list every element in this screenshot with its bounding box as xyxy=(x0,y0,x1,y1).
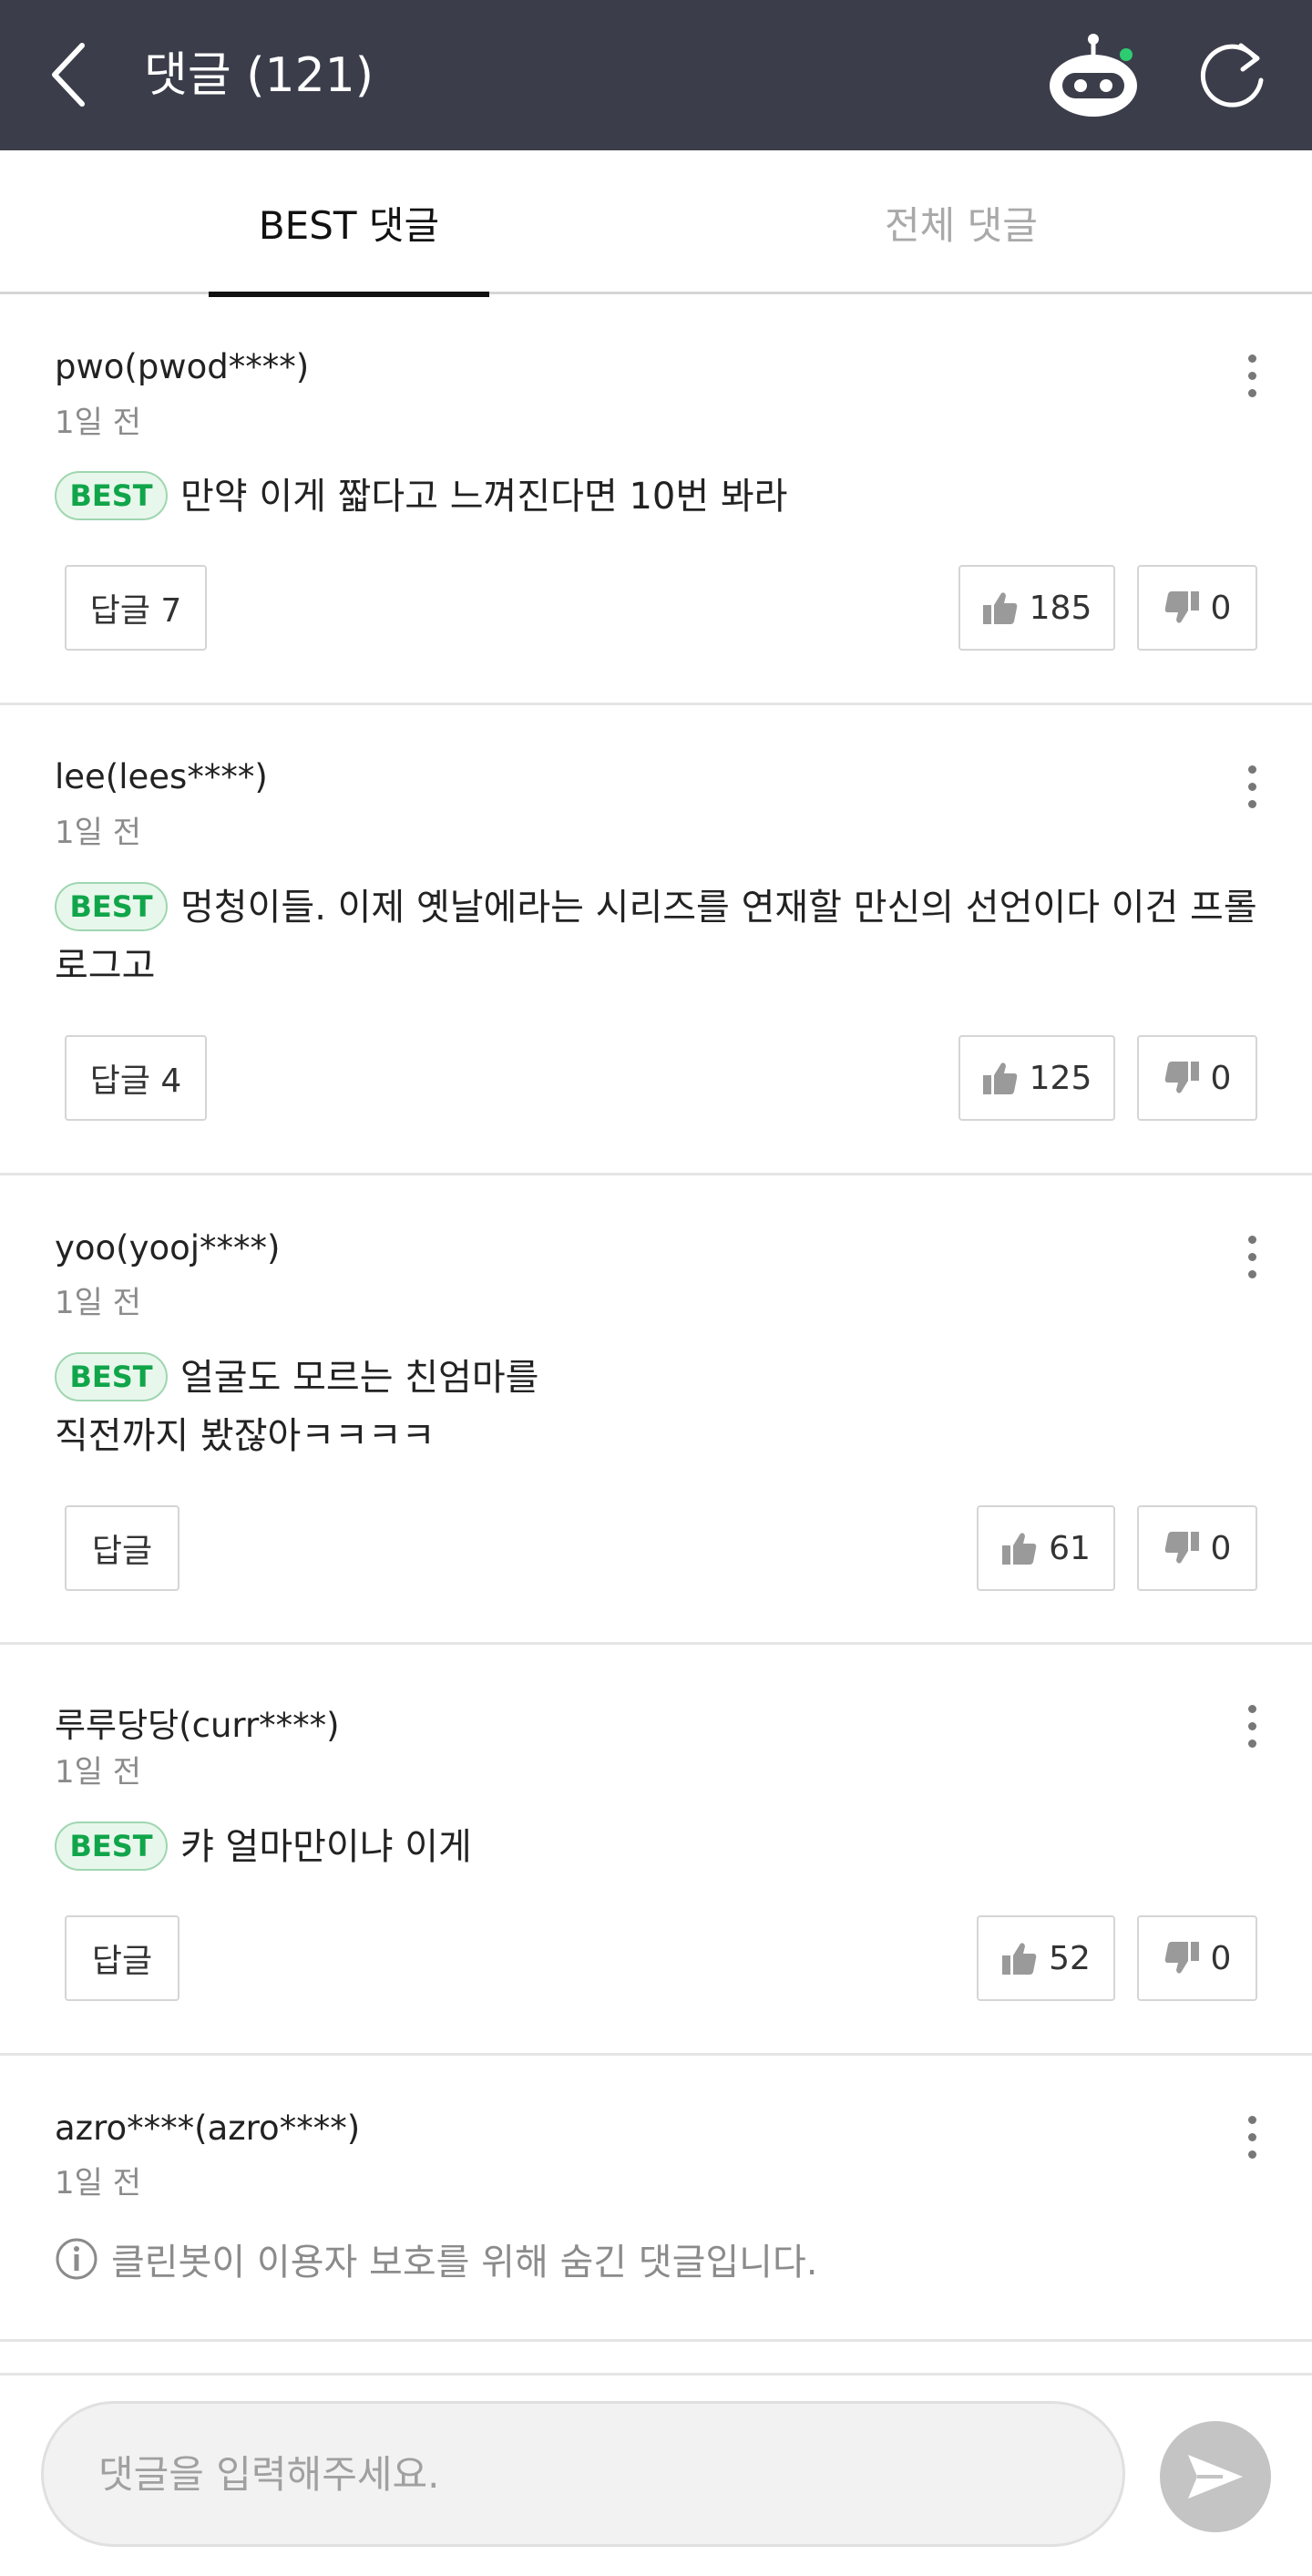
comment-input-bar xyxy=(0,2373,1312,2576)
more-options-icon[interactable] xyxy=(1239,2110,1266,2165)
like-count: 52 xyxy=(1049,1939,1091,1977)
comment-author[interactable]: yoo(yooj****) xyxy=(55,1228,281,1267)
like-count: 125 xyxy=(1029,1059,1092,1097)
comment-tabs: BEST 댓글 전체 댓글 xyxy=(0,150,1312,297)
reply-label: 답글 4 xyxy=(89,1062,182,1100)
comment-item: yoo(yooj****) 1일 전 BEST 얼굴도 모르는 친엄마를 직전까지… xyxy=(0,1175,1312,1645)
dislike-button[interactable]: 0 xyxy=(1137,1505,1257,1591)
send-button[interactable] xyxy=(1160,2421,1271,2532)
best-badge: BEST xyxy=(55,882,168,931)
tab-label: 전체 댓글 xyxy=(885,202,1038,248)
hidden-comment-notice: 클린봇이 이용자 보호를 위해 숨긴 댓글입니다. xyxy=(55,2232,818,2285)
reply-button[interactable]: 답글 xyxy=(65,1505,179,1591)
dislike-button[interactable]: 0 xyxy=(1137,1035,1257,1121)
comment-author[interactable]: pwo(pwod****) xyxy=(55,347,309,386)
comment-text: 만약 이게 짧다고 느껴진다면 10번 봐라 xyxy=(180,476,788,518)
dislike-button[interactable]: 0 xyxy=(1137,565,1257,651)
comment-text: 얼굴도 모르는 친엄마를 xyxy=(180,1357,539,1399)
comment-author[interactable]: lee(lees****) xyxy=(55,757,268,796)
send-icon xyxy=(1188,2455,1243,2499)
comment-item: 루루당당(curr****) 1일 전 BEST 캬 얼마만이냐 이게 답글 52… xyxy=(0,1645,1312,2056)
reply-button[interactable]: 답글 7 xyxy=(65,565,207,651)
comment-date: 1일 전 xyxy=(55,2165,141,2201)
best-badge: BEST xyxy=(55,1822,168,1871)
like-button[interactable]: 125 xyxy=(958,1035,1115,1121)
comment-input-wrapper xyxy=(41,2401,1125,2547)
comment-body: BEST 캬 얼마만이냐 이게 xyxy=(55,1818,1266,1876)
comment-input[interactable] xyxy=(98,2451,1122,2497)
comment-date: 1일 전 xyxy=(55,815,141,851)
dislike-count: 0 xyxy=(1210,1529,1232,1567)
thumbs-up-icon xyxy=(1002,1943,1037,1975)
comment-text: 멍청이들. 이제 옛날에라는 시리즈를 연재할 만신의 선언이다 이건 프롤로그… xyxy=(55,887,1257,987)
reply-button[interactable]: 답글 4 xyxy=(65,1035,207,1121)
more-options-icon[interactable] xyxy=(1239,349,1266,404)
dislike-count: 0 xyxy=(1210,1939,1232,1977)
chevron-left-icon[interactable] xyxy=(44,40,98,109)
like-button[interactable]: 61 xyxy=(977,1505,1115,1591)
thumbs-down-icon xyxy=(1164,591,1199,623)
like-count: 61 xyxy=(1049,1529,1091,1567)
tab-best-comments[interactable]: BEST 댓글 xyxy=(209,150,489,297)
comment-date: 1일 전 xyxy=(55,405,141,441)
best-badge: BEST xyxy=(55,471,168,520)
comment-item: pwo(pwod****) 1일 전 BEST 만약 이게 짧다고 느껴진다면 1… xyxy=(0,294,1312,705)
thumbs-up-icon xyxy=(1002,1533,1037,1565)
cleanbot-icon[interactable] xyxy=(1046,33,1141,120)
page-title: 댓글 (121) xyxy=(144,48,374,103)
refresh-icon[interactable] xyxy=(1195,38,1268,111)
comment-item: lee(lees****) 1일 전 BEST 멍청이들. 이제 옛날에라는 시리… xyxy=(0,705,1312,1175)
more-options-icon[interactable] xyxy=(1239,1699,1266,1754)
dislike-button[interactable]: 0 xyxy=(1137,1915,1257,2001)
comment-author[interactable]: azro****(azro****) xyxy=(55,2109,360,2148)
dislike-count: 0 xyxy=(1210,1059,1232,1097)
best-badge: BEST xyxy=(55,1352,168,1401)
thumbs-down-icon xyxy=(1164,1062,1199,1093)
reply-button[interactable]: 답글 xyxy=(65,1915,179,2001)
thumbs-up-icon xyxy=(982,592,1017,624)
like-button[interactable]: 185 xyxy=(958,565,1115,651)
comment-body: BEST 만약 이게 짧다고 느껴진다면 10번 봐라 xyxy=(55,467,1266,526)
reply-label: 답글 xyxy=(91,1533,153,1570)
more-options-icon[interactable] xyxy=(1239,1230,1266,1285)
comment-body: BEST 멍청이들. 이제 옛날에라는 시리즈를 연재할 만신의 선언이다 이건 … xyxy=(55,878,1266,995)
like-count: 185 xyxy=(1029,589,1092,627)
like-button[interactable]: 52 xyxy=(977,1915,1115,2001)
thumbs-down-icon xyxy=(1164,1532,1199,1564)
reply-label: 답글 7 xyxy=(89,592,182,630)
comment-text: 캬 얼마만이냐 이게 xyxy=(180,1826,472,1868)
comment-date: 1일 전 xyxy=(55,1754,141,1791)
reply-label: 답글 xyxy=(91,1943,153,1980)
tab-all-comments[interactable]: 전체 댓글 xyxy=(820,150,1102,294)
comment-text: 직전까지 봤잖아ㅋㅋㅋㅋ xyxy=(55,1415,436,1457)
comment-author[interactable]: 루루당당(curr****) xyxy=(55,1698,340,1747)
hidden-comment-text: 클린봇이 이용자 보호를 위해 숨긴 댓글입니다. xyxy=(111,2242,818,2284)
thumbs-down-icon xyxy=(1164,1942,1199,1974)
dislike-count: 0 xyxy=(1210,589,1232,627)
comment-body: BEST 얼굴도 모르는 친엄마를 직전까지 봤잖아ㅋㅋㅋㅋ xyxy=(55,1349,1266,1465)
thumbs-up-icon xyxy=(982,1062,1017,1094)
info-icon xyxy=(56,2238,97,2280)
top-app-bar: 댓글 (121) xyxy=(0,0,1312,150)
comment-item-hidden: azro****(azro****) 1일 전 클린봇이 이용자 보호를 위해 … xyxy=(0,2056,1312,2342)
comment-date: 1일 전 xyxy=(55,1285,141,1321)
more-options-icon[interactable] xyxy=(1239,760,1266,815)
tab-label: BEST 댓글 xyxy=(258,202,440,248)
